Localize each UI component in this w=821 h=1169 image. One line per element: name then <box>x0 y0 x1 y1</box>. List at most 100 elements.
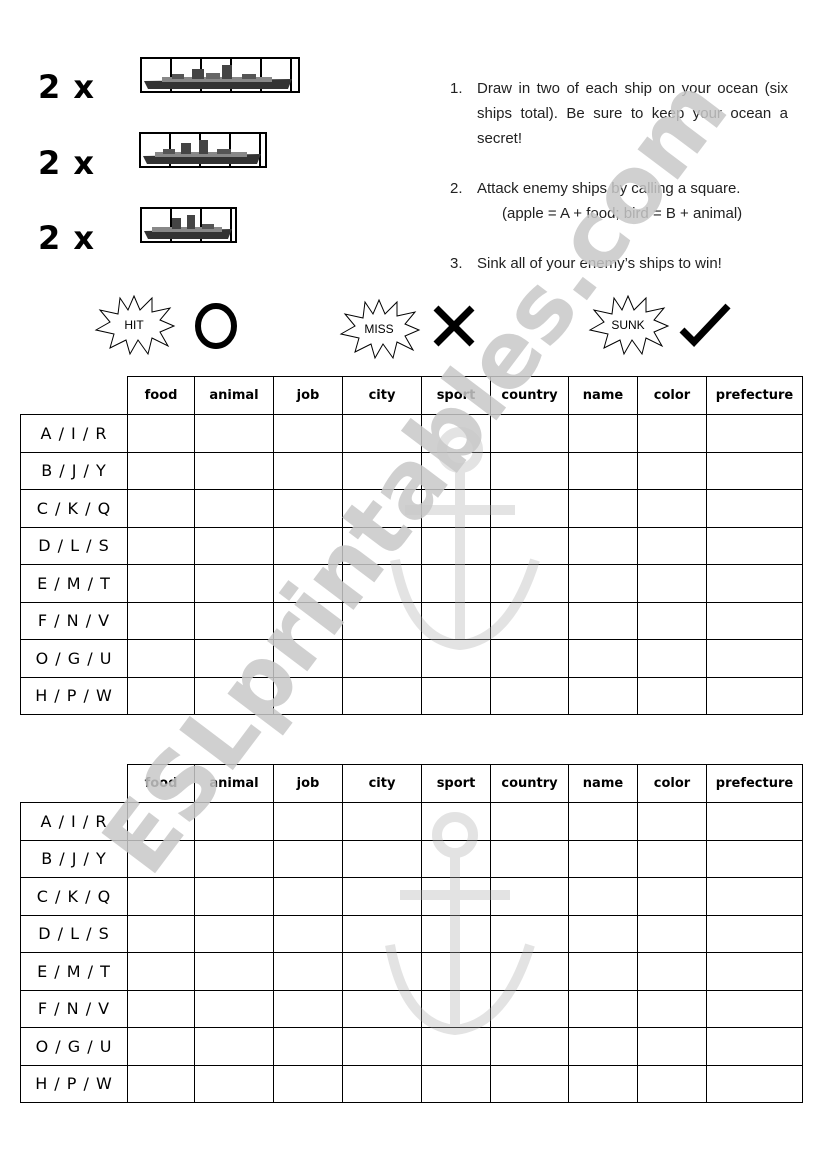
grid-cell[interactable] <box>194 1027 274 1066</box>
grid-cell[interactable] <box>568 414 638 453</box>
grid-cell[interactable] <box>706 989 803 1028</box>
grid-cell[interactable] <box>490 639 569 678</box>
grid-cell[interactable] <box>127 489 195 528</box>
grid-cell[interactable] <box>637 914 707 953</box>
grid-cell[interactable] <box>421 526 491 565</box>
grid-cell[interactable] <box>127 639 195 678</box>
grid-cell[interactable] <box>706 639 803 678</box>
grid-cell[interactable] <box>706 877 803 916</box>
grid-cell[interactable] <box>342 1064 422 1103</box>
grid-cell[interactable] <box>194 639 274 678</box>
grid-cell[interactable] <box>273 989 343 1028</box>
grid-cell[interactable] <box>194 877 274 916</box>
grid-cell[interactable] <box>127 802 195 841</box>
grid-cell[interactable] <box>706 914 803 953</box>
grid-cell[interactable] <box>706 414 803 453</box>
grid-cell[interactable] <box>273 564 343 603</box>
grid-cell[interactable] <box>490 952 569 991</box>
grid-cell[interactable] <box>342 639 422 678</box>
grid-cell[interactable] <box>490 877 569 916</box>
grid-cell[interactable] <box>342 914 422 953</box>
grid-cell[interactable] <box>194 564 274 603</box>
grid-cell[interactable] <box>490 914 569 953</box>
grid-cell[interactable] <box>568 802 638 841</box>
grid-cell[interactable] <box>194 489 274 528</box>
grid-cell[interactable] <box>273 676 343 715</box>
grid-cell[interactable] <box>127 564 195 603</box>
grid-cell[interactable] <box>194 989 274 1028</box>
grid-cell[interactable] <box>490 1064 569 1103</box>
grid-cell[interactable] <box>637 989 707 1028</box>
grid-cell[interactable] <box>194 1064 274 1103</box>
grid-cell[interactable] <box>490 839 569 878</box>
grid-cell[interactable] <box>273 877 343 916</box>
grid-cell[interactable] <box>490 601 569 640</box>
grid-cell[interactable] <box>342 802 422 841</box>
grid-cell[interactable] <box>421 451 491 490</box>
grid-cell[interactable] <box>637 952 707 991</box>
grid-cell[interactable] <box>194 839 274 878</box>
grid-cell[interactable] <box>421 1027 491 1066</box>
grid-cell[interactable] <box>637 802 707 841</box>
grid-cell[interactable] <box>342 877 422 916</box>
grid-cell[interactable] <box>637 564 707 603</box>
grid-cell[interactable] <box>194 676 274 715</box>
grid-cell[interactable] <box>421 989 491 1028</box>
grid-cell[interactable] <box>194 952 274 991</box>
grid-cell[interactable] <box>421 489 491 528</box>
grid-cell[interactable] <box>421 564 491 603</box>
grid-cell[interactable] <box>342 1027 422 1066</box>
grid-cell[interactable] <box>273 489 343 528</box>
grid-cell[interactable] <box>273 414 343 453</box>
grid-cell[interactable] <box>490 489 569 528</box>
grid-cell[interactable] <box>490 1027 569 1066</box>
grid-cell[interactable] <box>490 526 569 565</box>
grid-cell[interactable] <box>637 451 707 490</box>
grid-cell[interactable] <box>421 676 491 715</box>
grid-cell[interactable] <box>490 564 569 603</box>
grid-cell[interactable] <box>568 877 638 916</box>
grid-cell[interactable] <box>421 802 491 841</box>
grid-cell[interactable] <box>490 989 569 1028</box>
grid-cell[interactable] <box>490 414 569 453</box>
grid-cell[interactable] <box>273 526 343 565</box>
grid-cell[interactable] <box>127 914 195 953</box>
grid-cell[interactable] <box>421 877 491 916</box>
grid-cell[interactable] <box>706 952 803 991</box>
grid-cell[interactable] <box>127 989 195 1028</box>
grid-cell[interactable] <box>127 839 195 878</box>
grid-cell[interactable] <box>568 1027 638 1066</box>
grid-cell[interactable] <box>706 676 803 715</box>
grid-cell[interactable] <box>706 526 803 565</box>
grid-cell[interactable] <box>568 952 638 991</box>
grid-cell[interactable] <box>490 676 569 715</box>
grid-cell[interactable] <box>127 526 195 565</box>
grid-cell[interactable] <box>421 839 491 878</box>
grid-cell[interactable] <box>342 676 422 715</box>
grid-cell[interactable] <box>342 601 422 640</box>
grid-cell[interactable] <box>127 601 195 640</box>
grid-cell[interactable] <box>273 639 343 678</box>
grid-cell[interactable] <box>273 1064 343 1103</box>
grid-cell[interactable] <box>637 877 707 916</box>
grid-cell[interactable] <box>342 414 422 453</box>
grid-cell[interactable] <box>127 877 195 916</box>
grid-cell[interactable] <box>568 564 638 603</box>
grid-cell[interactable] <box>637 526 707 565</box>
grid-cell[interactable] <box>194 526 274 565</box>
grid-cell[interactable] <box>568 526 638 565</box>
grid-cell[interactable] <box>194 414 274 453</box>
grid-cell[interactable] <box>421 414 491 453</box>
grid-cell[interactable] <box>568 489 638 528</box>
grid-cell[interactable] <box>127 1027 195 1066</box>
grid-cell[interactable] <box>568 1064 638 1103</box>
grid-cell[interactable] <box>273 1027 343 1066</box>
grid-cell[interactable] <box>273 802 343 841</box>
grid-cell[interactable] <box>706 839 803 878</box>
grid-cell[interactable] <box>127 1064 195 1103</box>
grid-cell[interactable] <box>421 1064 491 1103</box>
grid-cell[interactable] <box>637 601 707 640</box>
grid-cell[interactable] <box>568 639 638 678</box>
grid-cell[interactable] <box>568 601 638 640</box>
grid-cell[interactable] <box>127 676 195 715</box>
